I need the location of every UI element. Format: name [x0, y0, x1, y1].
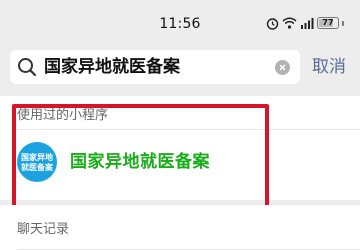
section-header-chat-records: 聊天记录: [17, 222, 70, 237]
search-bar: 国家异地就医备案 取消: [0, 48, 360, 88]
search-icon: [18, 58, 37, 77]
signal-icon: [301, 18, 314, 29]
clear-search-icon[interactable]: [275, 60, 290, 75]
battery-icon: 77: [317, 17, 339, 29]
search-input[interactable]: 国家异地就医备案: [10, 50, 300, 84]
alarm-icon: [266, 17, 279, 30]
status-bar: 11:56 77: [0, 0, 360, 48]
battery-tip: [342, 20, 344, 26]
status-icons: 77: [266, 15, 344, 31]
wifi-icon: [282, 17, 297, 29]
divider: [17, 249, 360, 250]
highlight-annotation-box: [12, 104, 269, 209]
cancel-button[interactable]: 取消: [312, 56, 346, 78]
search-query: 国家异地就医备案: [44, 57, 180, 77]
battery-level: 77: [322, 18, 334, 27]
chat-records-section: 聊天记录: [0, 205, 360, 252]
